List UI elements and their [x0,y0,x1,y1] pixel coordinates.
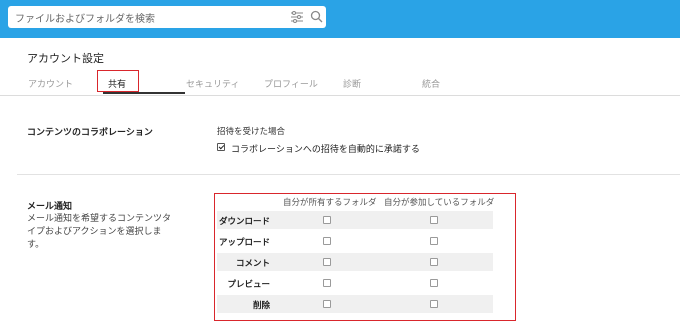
search-box[interactable]: ファイルおよびフォルダを検索 [8,6,326,28]
column-header-owned: 自分が所有するフォルダ [283,198,377,208]
invite-sub-label: 招待を受けた場合 [217,127,286,137]
upload-owned-checkbox[interactable] [323,237,331,245]
upload-participating-checkbox[interactable] [430,237,438,245]
delete-owned-checkbox[interactable] [323,300,331,308]
preview-participating-checkbox[interactable] [430,279,438,287]
delete-participating-checkbox[interactable] [430,300,438,308]
row-label-delete: 削除 [252,301,270,311]
auto-accept-label[interactable]: コラボレーションへの招待を自動的に承諾する [231,142,420,155]
tab-integrations[interactable]: 統合 [422,77,440,90]
section-divider [17,174,680,175]
tab-diagnostics[interactable]: 診断 [343,77,361,90]
email-notifications-title: メール通知 [27,202,73,212]
search-icon[interactable] [310,10,323,23]
auto-accept-checkbox[interactable] [217,143,225,151]
comment-owned-checkbox[interactable] [323,258,331,266]
comment-participating-checkbox[interactable] [430,258,438,266]
filter-icon[interactable] [290,10,304,24]
tab-profile[interactable]: プロフィール [264,77,318,90]
search-input[interactable]: ファイルおよびフォルダを検索 [15,10,155,25]
collaboration-section-title: コンテンツのコラボレーション [27,128,153,138]
tab-account[interactable]: アカウント [28,77,73,90]
row-label-comment: コメント [235,259,270,269]
page-title: アカウント設定 [27,52,104,65]
column-header-participating: 自分が参加しているフォルダ [384,198,495,208]
download-participating-checkbox[interactable] [430,216,438,224]
top-bar: ファイルおよびフォルダを検索 [0,0,680,38]
tab-security[interactable]: セキュリティ [186,77,239,90]
row-label-upload: アップロード [218,238,270,248]
preview-owned-checkbox[interactable] [323,279,331,287]
row-label-preview: プレビュー [227,280,270,290]
download-owned-checkbox[interactable] [323,216,331,224]
tabs-divider [0,95,680,96]
active-tab-highlight [97,70,139,92]
active-tab-indicator [103,92,185,94]
email-notifications-description: メール通知を希望するコンテンツタイプおよびアクションを選択します。 [27,214,172,250]
row-label-download: ダウンロード [218,217,270,227]
